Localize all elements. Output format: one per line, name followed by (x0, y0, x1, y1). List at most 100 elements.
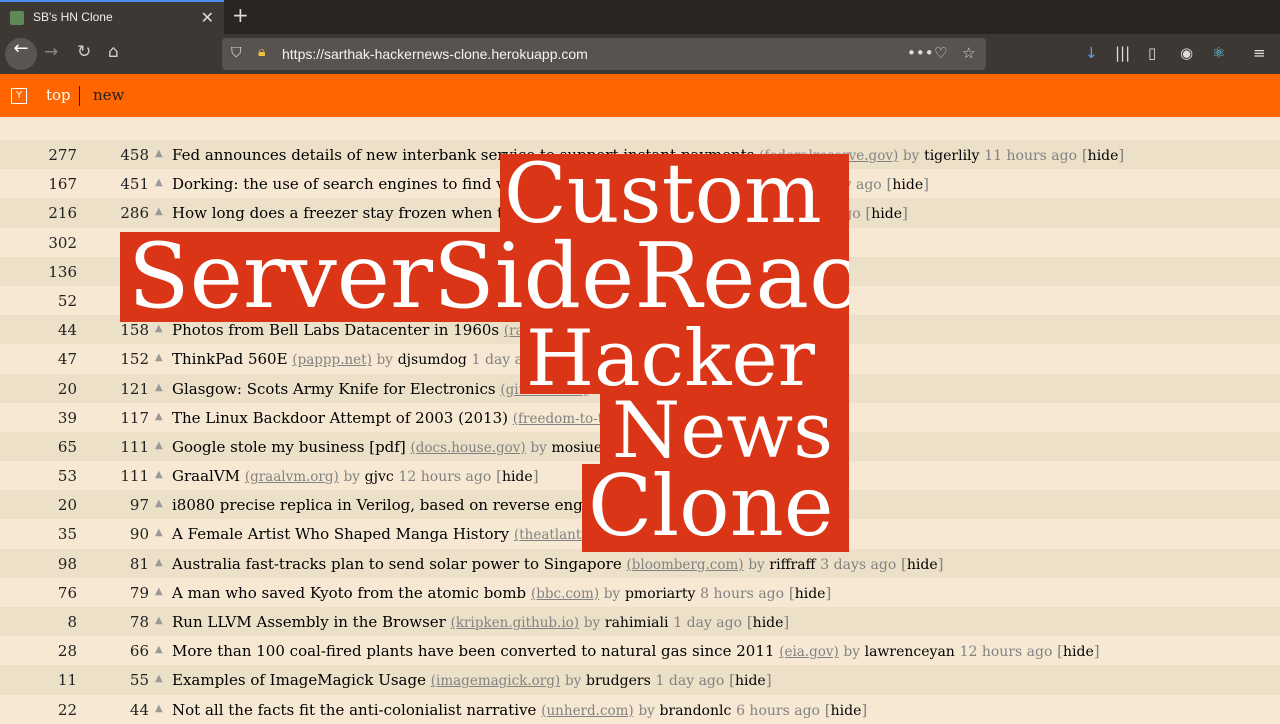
story-domain-link[interactable]: (unherd.com) (541, 703, 633, 719)
story-user-link[interactable]: tigerlily (924, 148, 979, 164)
react-devtools-icon[interactable]: ⚛ (1212, 44, 1225, 62)
hide-link[interactable]: hide (735, 673, 766, 689)
story-domain-link[interactable]: (bloomberg.com) (627, 557, 744, 573)
story-user-link[interactable]: brudgers (586, 673, 651, 689)
upvote-icon[interactable]: ▲ (155, 703, 163, 714)
story-domain-link[interactable]: (docs.house.gov) (410, 440, 525, 456)
story-row: 28 66 ▲ More than 100 coal-fired plants hav… (0, 636, 1280, 666)
by-label: by (530, 439, 547, 456)
story-title-link[interactable]: Examples of ImageMagick Usage (172, 671, 426, 689)
story-domain-link[interactable]: (pappp.net) (292, 352, 372, 368)
hide-link[interactable]: hide (892, 177, 923, 193)
upvote-icon[interactable]: ▲ (155, 411, 163, 422)
hide-link[interactable]: hide (831, 703, 862, 719)
upvote-icon[interactable]: ▲ (155, 498, 163, 509)
story-age: 12 hours ago (959, 644, 1053, 661)
account-icon[interactable]: ◉ (1180, 44, 1193, 62)
upvote-icon[interactable]: ▲ (155, 352, 163, 363)
story-title-link[interactable]: Photos from Bell Labs Datacenter in 1960… (172, 321, 499, 339)
upvote-icon[interactable]: ▲ (155, 206, 163, 217)
upvote-icon[interactable]: ▲ (155, 469, 163, 480)
story-user-link[interactable]: lawrenceyan (865, 644, 955, 660)
logo-icon[interactable]: Y (11, 88, 27, 104)
story-user-link[interactable]: brandonlc (660, 703, 732, 719)
story-points: 286 (120, 204, 149, 223)
reload-button[interactable]: ↻ (77, 42, 91, 62)
story-title-link[interactable]: Google stole my business [pdf] (172, 438, 406, 456)
upvote-icon[interactable]: ▲ (155, 148, 163, 159)
upvote-icon[interactable]: ▲ (155, 644, 163, 655)
sidebar-icon[interactable]: ▯ (1148, 44, 1156, 62)
story-rank: 52 (57, 291, 77, 310)
hide-link[interactable]: hide (502, 469, 533, 485)
forward-button[interactable]: → (44, 42, 58, 62)
library-icon[interactable]: ||| (1115, 44, 1130, 62)
story-title-link[interactable]: Not all the facts fit the anti-coloniali… (172, 701, 536, 719)
story-user-link[interactable]: rahimiali (605, 615, 669, 631)
overlay-title-line: ServerSideReact (120, 232, 849, 322)
upvote-icon[interactable]: ▲ (155, 440, 163, 451)
bracket: ] (937, 554, 944, 573)
lock-icon[interactable]: 🔒︎ (258, 44, 265, 60)
story-age: 8 hours ago (700, 585, 785, 602)
upvote-icon[interactable]: ▲ (155, 557, 163, 568)
story-domain-link[interactable]: (eia.gov) (779, 644, 839, 660)
upvote-icon[interactable]: ▲ (155, 673, 163, 684)
hide-link[interactable]: hide (1063, 644, 1094, 660)
by-label: by (903, 148, 920, 164)
hide-link[interactable]: hide (1088, 148, 1119, 164)
nav-top-link[interactable]: top (46, 86, 71, 104)
overlay-title-line: Clone (582, 464, 849, 552)
story-content: Not all the facts fit the anti-coloniali… (172, 701, 867, 719)
menu-icon[interactable]: ≡ (1253, 44, 1266, 62)
story-title-link[interactable]: A Female Artist Who Shaped Manga History (172, 525, 509, 543)
story-domain-link[interactable]: (graalvm.org) (245, 469, 339, 485)
upvote-icon[interactable]: ▲ (155, 382, 163, 393)
story-user-link[interactable]: gjvc (365, 469, 394, 485)
story-domain-link[interactable]: (imagemagick.org) (431, 673, 560, 689)
story-user-link[interactable]: riffraff (769, 557, 815, 573)
bookmark-star-icon[interactable]: ☆ (962, 44, 975, 62)
story-title-link[interactable]: Australia fast-tracks plan to send solar… (172, 555, 622, 573)
page-actions-icon[interactable]: ••• (907, 44, 934, 62)
story-domain-link[interactable]: (bbc.com) (531, 586, 599, 602)
url-bar[interactable]: ⛉ 🔒︎ https://sarthak-hackernews-clone.he… (222, 38, 986, 70)
new-tab-button[interactable]: + (232, 3, 249, 27)
story-rank: 216 (48, 204, 77, 223)
back-button[interactable]: ← (5, 38, 37, 70)
bracket: ] (923, 175, 929, 194)
story-points: 111 (120, 467, 149, 486)
hide-link[interactable]: hide (907, 557, 938, 573)
story-title-link[interactable]: The Linux Backdoor Attempt of 2003 (2013… (172, 409, 508, 427)
by-label: by (583, 615, 601, 631)
story-title-link[interactable]: GraalVM (172, 467, 240, 485)
story-title-link[interactable]: More than 100 coal-fired plants have bee… (172, 642, 774, 660)
upvote-icon[interactable]: ▲ (155, 615, 163, 626)
story-user-link[interactable]: pmoriarty (625, 586, 695, 602)
shield-icon[interactable]: ⛉ (231, 45, 242, 61)
upvote-icon[interactable]: ▲ (155, 586, 163, 597)
hide-link[interactable]: hide (871, 206, 902, 222)
upvote-icon[interactable]: ▲ (155, 527, 163, 538)
overlay-title-line: Custom (500, 154, 849, 234)
story-rank: 20 (57, 379, 77, 398)
story-domain-link[interactable]: (kripken.github.io) (451, 615, 579, 631)
close-tab-icon[interactable]: ✕ (201, 8, 214, 27)
hide-link[interactable]: hide (753, 615, 784, 631)
nav-new-link[interactable]: new (93, 86, 124, 104)
story-title-link[interactable]: Glasgow: Scots Army Knife for Electronic… (172, 380, 496, 398)
story-title-link[interactable]: Run LLVM Assembly in the Browser (172, 613, 446, 631)
upvote-icon[interactable]: ▲ (155, 323, 163, 334)
story-user-link[interactable]: djsumdog (398, 352, 467, 368)
upvote-icon[interactable]: ▲ (155, 177, 163, 188)
story-row: 22 44 ▲ Not all the facts fit the anti-colo… (0, 694, 1280, 724)
story-points: 158 (120, 321, 149, 340)
pocket-icon[interactable]: ♡ (934, 44, 947, 62)
url-text[interactable]: https://sarthak-hackernews-clone.herokua… (282, 46, 588, 62)
browser-tab[interactable]: SB's HN Clone ✕ (0, 0, 224, 34)
story-title-link[interactable]: A man who saved Kyoto from the atomic bo… (172, 584, 526, 602)
hide-link[interactable]: hide (795, 586, 826, 602)
downloads-icon[interactable]: ↓ (1085, 44, 1098, 62)
home-button[interactable]: ⌂ (108, 42, 119, 62)
story-title-link[interactable]: ThinkPad 560E (172, 350, 288, 368)
